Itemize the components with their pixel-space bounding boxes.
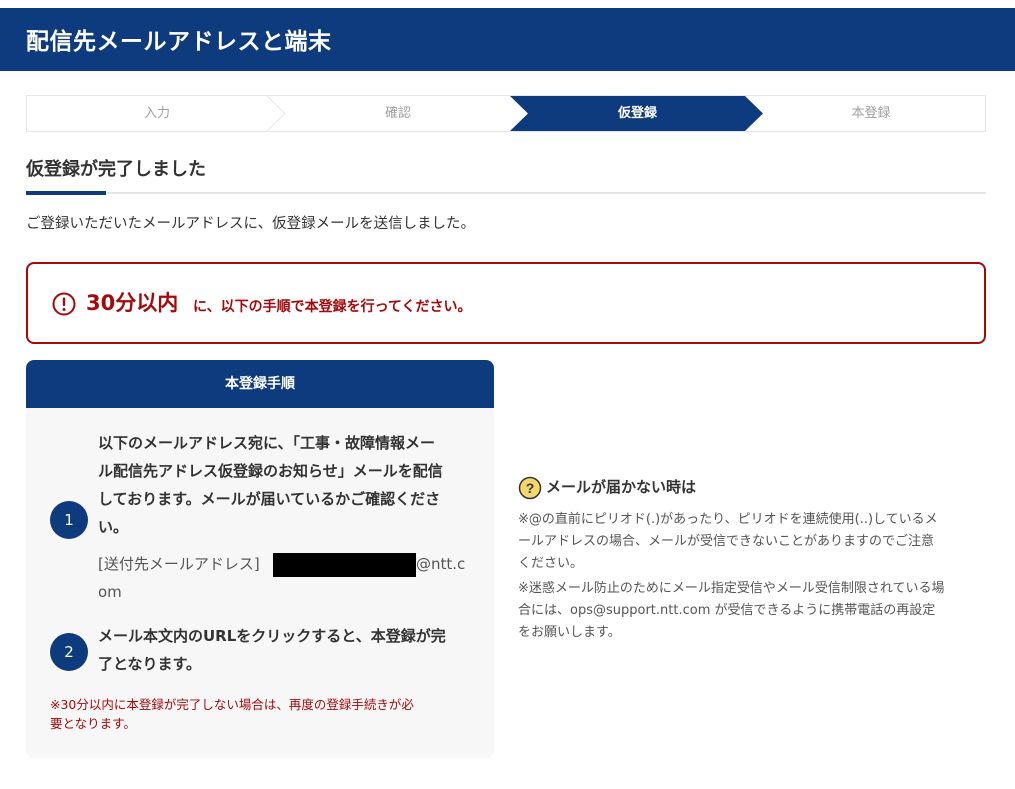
procedure-card: 本登録手順 1 以下のメールアドレス宛に、「工事・故障情報メー ル配信先アドレス… xyxy=(26,360,494,758)
step-confirm: 確認 xyxy=(384,106,411,121)
help-note-spam: ※迷惑メール防止のためにメール指定受信やメール受信制限されている場 合には、op… xyxy=(518,581,945,640)
address-domain: @ntt.c xyxy=(416,555,466,573)
time-limit-alert: 30分以内 に、以下の手順で本登録を行ってください。 xyxy=(26,262,986,344)
help-note-period: ※@の直前にピリオド(.)があったり、ピリオドを連続使用(..)しているメ ール… xyxy=(518,512,938,571)
alert-message: に、以下の手順で本登録を行ってください。 xyxy=(193,299,472,315)
svg-text:?: ? xyxy=(526,480,535,496)
procedure-title: 本登録手順 xyxy=(26,360,494,408)
section-title: 仮登録が完了しました xyxy=(26,159,206,180)
intro-text: ご登録いただいたメールアドレスに、仮登録メールを送信しました。 xyxy=(26,216,476,232)
step-number-2: 2 xyxy=(50,633,88,671)
procedure-step-2-text: メール本文内のURLをクリックすると、本登録が完 了となります。 xyxy=(98,627,446,673)
address-domain-cont: om xyxy=(98,583,122,601)
step-provisional: 仮登録 xyxy=(617,106,657,121)
help-title: メールが届かない時は xyxy=(546,478,697,496)
address-label: [送付先メールアドレス] xyxy=(98,555,260,573)
section-divider xyxy=(26,192,986,194)
alert-emphasis: 30分以内 xyxy=(86,291,179,315)
progress-stepper: 入力 確認 仮登録 本登録 xyxy=(26,95,986,132)
section-divider-accent xyxy=(26,191,106,195)
exclamation-circle-icon xyxy=(52,292,76,316)
page-title: 配信先メールアドレスと端末 xyxy=(26,29,332,55)
step-final: 本登録 xyxy=(851,106,891,121)
page-header: 配信先メールアドレスと端末 xyxy=(0,8,1015,71)
question-circle-icon: ? xyxy=(518,476,542,500)
step-input: 入力 xyxy=(143,106,170,121)
step-number-1: 1 xyxy=(50,501,88,539)
redacted-address xyxy=(273,553,416,577)
procedure-step-1-text: 以下のメールアドレス宛に、「工事・故障情報メー ル配信先アドレス仮登録のお知らせ… xyxy=(98,434,443,536)
procedure-note: ※30分以内に本登録が完了しない場合は、再度の登録手続きが必 要となります。 xyxy=(50,697,414,731)
